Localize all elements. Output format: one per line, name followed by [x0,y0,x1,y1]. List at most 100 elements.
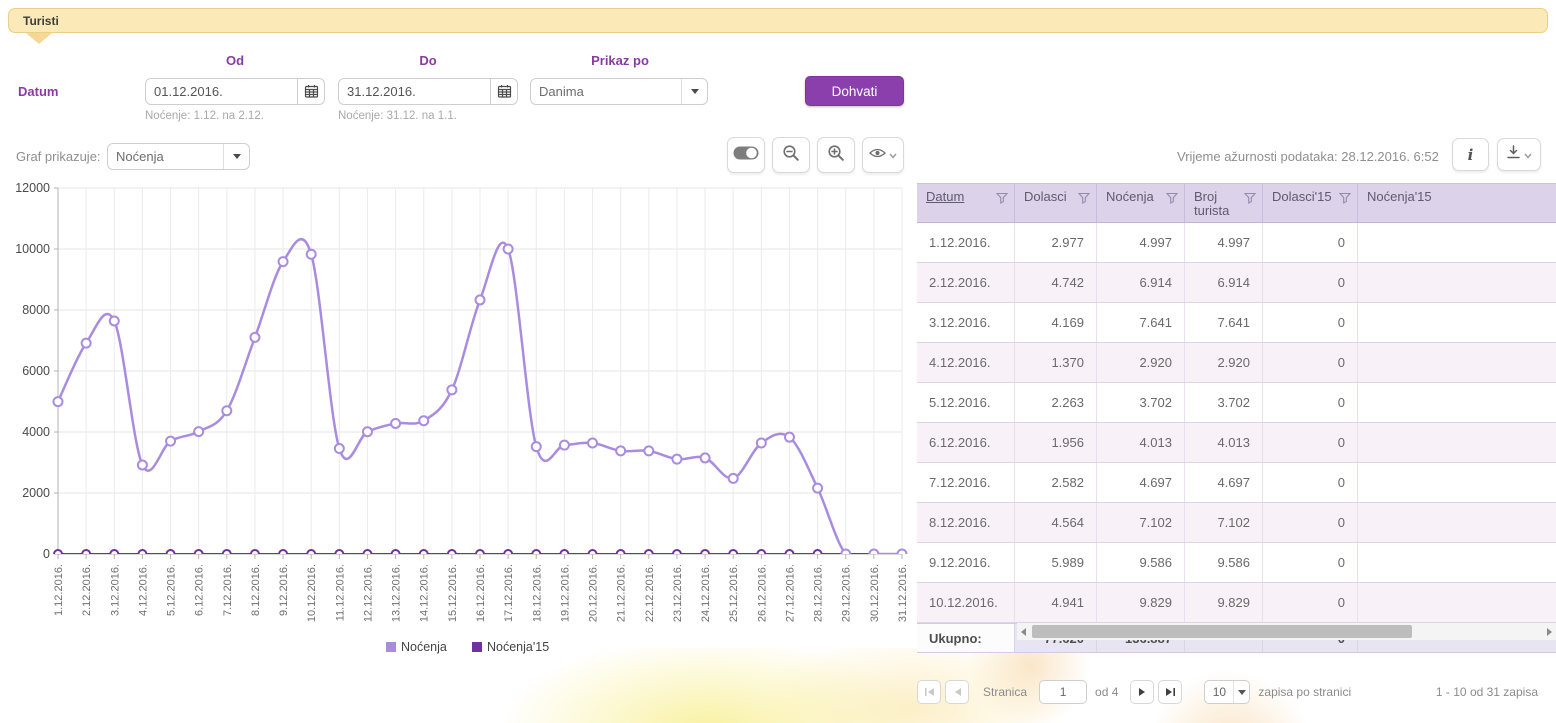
date-from-input[interactable] [146,84,297,99]
calendar-icon[interactable] [490,79,517,104]
filter-icon[interactable] [1078,192,1090,204]
data-point[interactable] [813,484,822,493]
filter-icon[interactable] [1244,192,1256,204]
column-header[interactable]: Datum [917,184,1015,222]
table-cell: 4.169 [1015,303,1097,342]
table-row[interactable]: 2.12.2016.4.7426.9146.9140 [917,263,1556,303]
zoom-in-button[interactable] [817,137,855,173]
table-cell: 7.641 [1185,303,1263,342]
prikaz-po-select[interactable]: Danima [530,78,708,105]
data-point[interactable] [391,419,400,428]
table-cell [1358,543,1556,582]
tab-turisti[interactable]: Turisti [8,8,1548,33]
last-page-button[interactable] [1158,680,1182,704]
data-point[interactable] [54,397,63,406]
data-point[interactable] [250,333,259,342]
legend-label[interactable]: Noćenja'15 [487,640,549,654]
table-body: 1.12.2016.2.9774.9974.99702.12.2016.4.74… [917,223,1556,623]
chevron-down-icon[interactable] [223,144,249,169]
data-point[interactable] [701,453,710,462]
column-header[interactable]: Noćenja [1097,184,1185,222]
data-point[interactable] [588,438,597,447]
info-button[interactable]: i [1452,138,1489,171]
data-point[interactable] [279,257,288,266]
first-page-button[interactable] [917,680,941,704]
table-row[interactable]: 8.12.2016.4.5647.1027.1020 [917,503,1556,543]
table-cell: 9.586 [1097,543,1185,582]
column-header[interactable]: Dolasci [1015,184,1097,222]
export-button[interactable] [1497,138,1541,171]
table-row[interactable]: 10.12.2016.4.9419.8299.8290 [917,583,1556,623]
previous-page-button[interactable] [945,680,969,704]
eye-icon [869,146,886,164]
column-header[interactable]: Broj turista [1185,184,1263,222]
table-row[interactable]: 7.12.2016.2.5824.6974.6970 [917,463,1556,503]
table-cell: 2.12.2016. [917,263,1015,302]
legend-label[interactable]: Noćenja [401,640,447,654]
filter-icon[interactable] [1339,192,1351,204]
x-axis-tick-label: 29.12.2016. [841,564,853,622]
data-point[interactable] [363,427,372,436]
data-point[interactable] [166,437,175,446]
scroll-right-arrow[interactable] [1543,623,1556,640]
column-header[interactable]: Noćenja'15 [1358,184,1556,222]
table-cell: 0 [1263,383,1358,422]
table-row[interactable]: 6.12.2016.1.9564.0134.0130 [917,423,1556,463]
tab-pointer [26,33,52,44]
dohvati-button[interactable]: Dohvati [805,76,904,106]
scrollbar-thumb[interactable] [1032,625,1412,638]
table-row[interactable]: 5.12.2016.2.2633.7023.7020 [917,383,1556,423]
table-row[interactable]: 1.12.2016.2.9774.9974.9970 [917,223,1556,263]
filter-icon[interactable] [996,192,1008,204]
page-number-input[interactable] [1039,680,1087,704]
data-point[interactable] [729,474,738,483]
horizontal-scrollbar[interactable] [1017,623,1556,640]
data-point[interactable] [222,406,231,415]
next-page-button[interactable] [1130,680,1154,704]
page-size-select[interactable]: 10 [1204,680,1250,704]
data-point[interactable] [419,416,428,425]
line-chart[interactable]: 0200040006000800010000120001.12.2016.2.1… [8,182,910,660]
toggle-series-button[interactable] [727,137,765,173]
column-header[interactable]: Dolasci'15 [1263,184,1358,222]
data-point[interactable] [504,245,513,254]
x-axis-tick-label: 19.12.2016. [559,564,571,622]
x-axis-tick-label: 28.12.2016. [813,564,825,622]
scroll-left-arrow[interactable] [1017,623,1030,640]
table-row[interactable]: 4.12.2016.1.3702.9202.9200 [917,343,1556,383]
data-point[interactable] [616,446,625,455]
data-point[interactable] [785,433,794,442]
data-point[interactable] [560,441,569,450]
table-cell: 5.989 [1015,543,1097,582]
date-to-field[interactable] [338,78,518,105]
calendar-icon[interactable] [297,79,324,104]
graf-prikazuje-select[interactable]: Noćenja [107,143,250,170]
table-row[interactable]: 3.12.2016.4.1697.6417.6410 [917,303,1556,343]
data-point[interactable] [307,250,316,259]
data-point[interactable] [194,427,203,436]
chevron-down-icon[interactable] [681,79,707,104]
data-point[interactable] [447,385,456,394]
filter-icon[interactable] [1166,192,1178,204]
date-to-input[interactable] [339,84,490,99]
zoom-out-button[interactable] [772,137,810,173]
table-cell [1358,383,1556,422]
graf-prikazuje-value: Noćenja [108,149,223,164]
data-point[interactable] [672,455,681,464]
x-axis-tick-label: 4.12.2016. [137,564,149,616]
visibility-menu-button[interactable] [862,137,904,173]
x-axis-tick-label: 24.12.2016. [700,564,712,622]
data-point[interactable] [82,339,91,348]
data-point[interactable] [757,438,766,447]
data-point[interactable] [476,295,485,304]
table-row[interactable]: 9.12.2016.5.9899.5869.5860 [917,543,1556,583]
legend-swatch [472,642,482,652]
data-point[interactable] [644,446,653,455]
data-point[interactable] [138,460,147,469]
data-point[interactable] [532,442,541,451]
y-axis-tick-label: 0 [43,547,50,561]
date-from-field[interactable] [145,78,325,105]
data-point[interactable] [110,316,119,325]
data-point[interactable] [335,444,344,453]
table-cell: 4.997 [1097,223,1185,262]
